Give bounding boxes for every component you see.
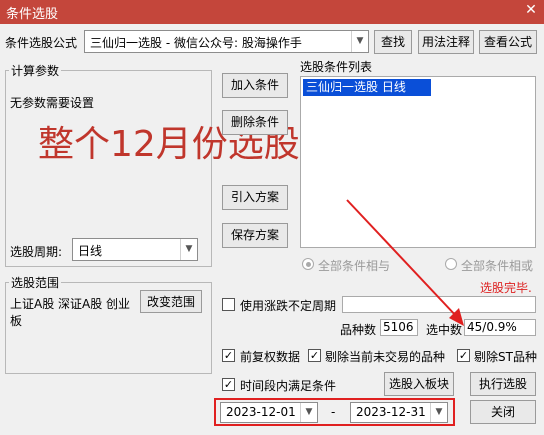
annotation-arrow <box>346 199 464 326</box>
